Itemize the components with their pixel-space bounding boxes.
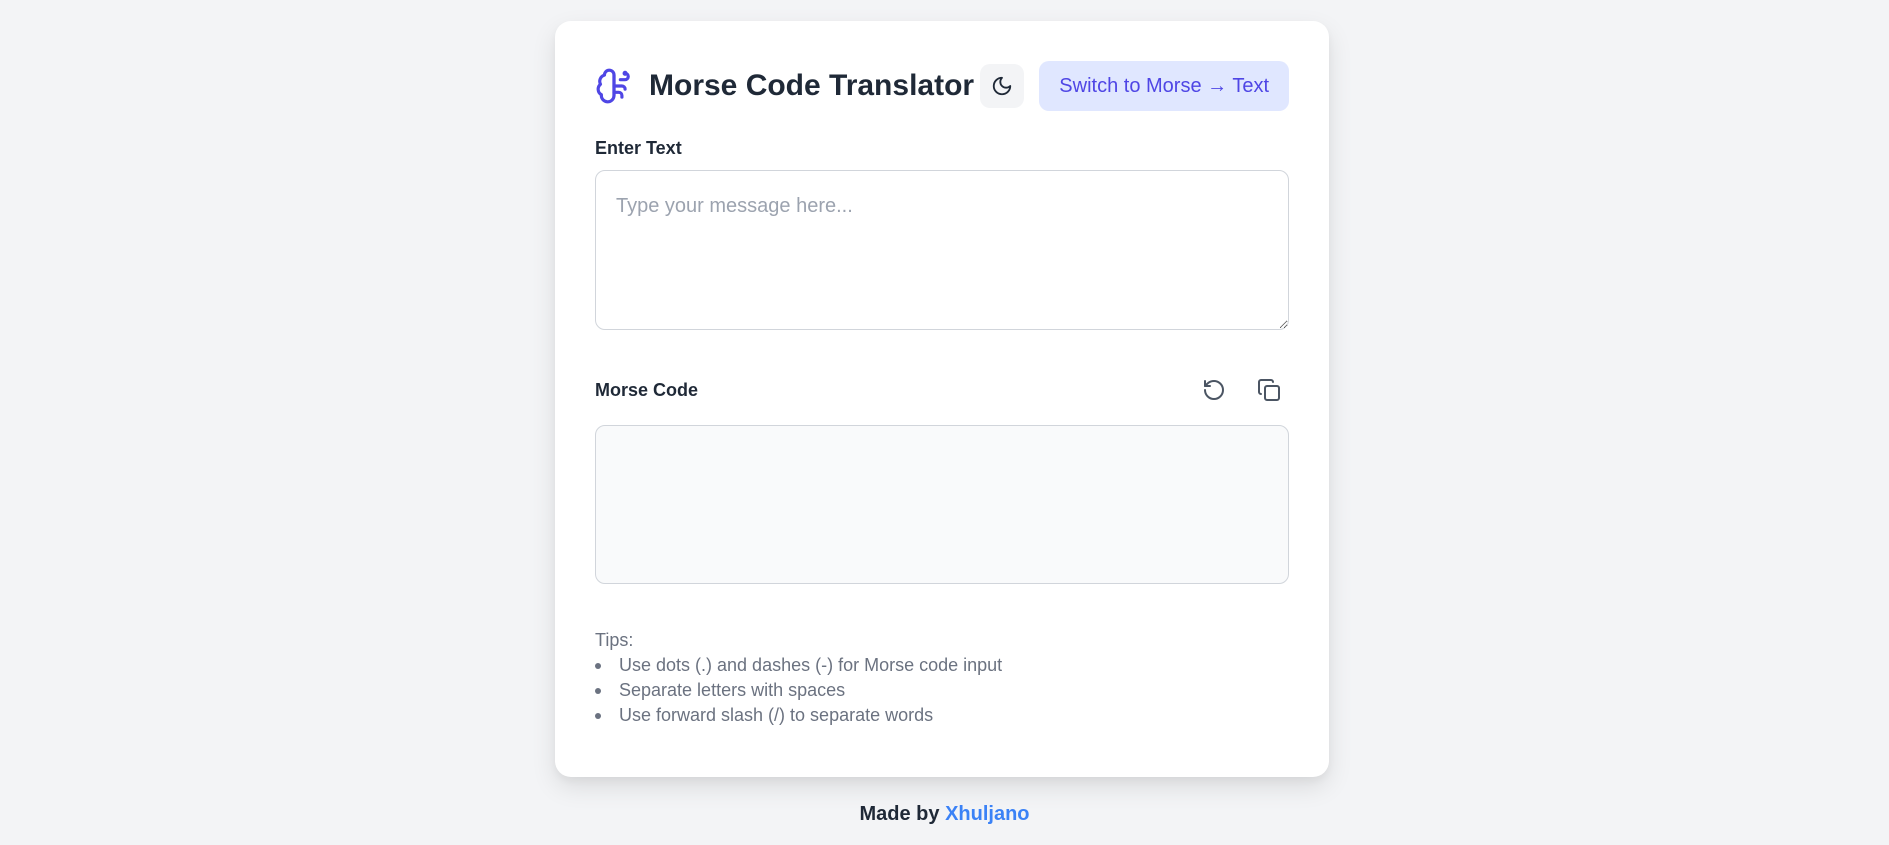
copy-button[interactable] [1249, 370, 1289, 410]
morse-output[interactable] [595, 425, 1289, 584]
brain-icon [595, 66, 633, 106]
tips-list: Use dots (.) and dashes (-) for Morse co… [595, 653, 1289, 728]
morse-label: Morse Code [595, 379, 699, 400]
morse-header: Morse Code [595, 372, 1289, 408]
footer: Made by Xhuljano [0, 803, 1889, 826]
translator-card: Morse Code Translator Switch to Morse → … [555, 21, 1329, 777]
footer-prefix: Made by [859, 803, 940, 825]
tips-title: Tips: [595, 630, 634, 650]
input-wrapper [595, 170, 1289, 330]
copy-icon [1257, 378, 1281, 402]
reset-icon [1202, 378, 1226, 402]
page: Morse Code Translator Switch to Morse → … [0, 0, 1889, 845]
header: Morse Code Translator Switch to Morse → … [595, 61, 1289, 111]
page-title: Morse Code Translator [649, 69, 975, 102]
tips-section: Tips: Use dots (.) and dashes (-) for Mo… [595, 628, 1289, 728]
theme-toggle-button[interactable] [980, 64, 1025, 108]
tip-item: Separate letters with spaces [595, 678, 1289, 703]
author-link[interactable]: Xhuljano [945, 803, 1029, 825]
moon-icon [991, 75, 1013, 97]
input-label: Enter Text [595, 138, 682, 158]
tip-item: Use forward slash (/) to separate words [595, 703, 1289, 728]
text-input[interactable] [595, 170, 1289, 330]
switch-mode-button[interactable]: Switch to Morse → Text [1039, 61, 1289, 111]
tip-item: Use dots (.) and dashes (-) for Morse co… [595, 653, 1289, 678]
reset-button[interactable] [1194, 370, 1234, 410]
